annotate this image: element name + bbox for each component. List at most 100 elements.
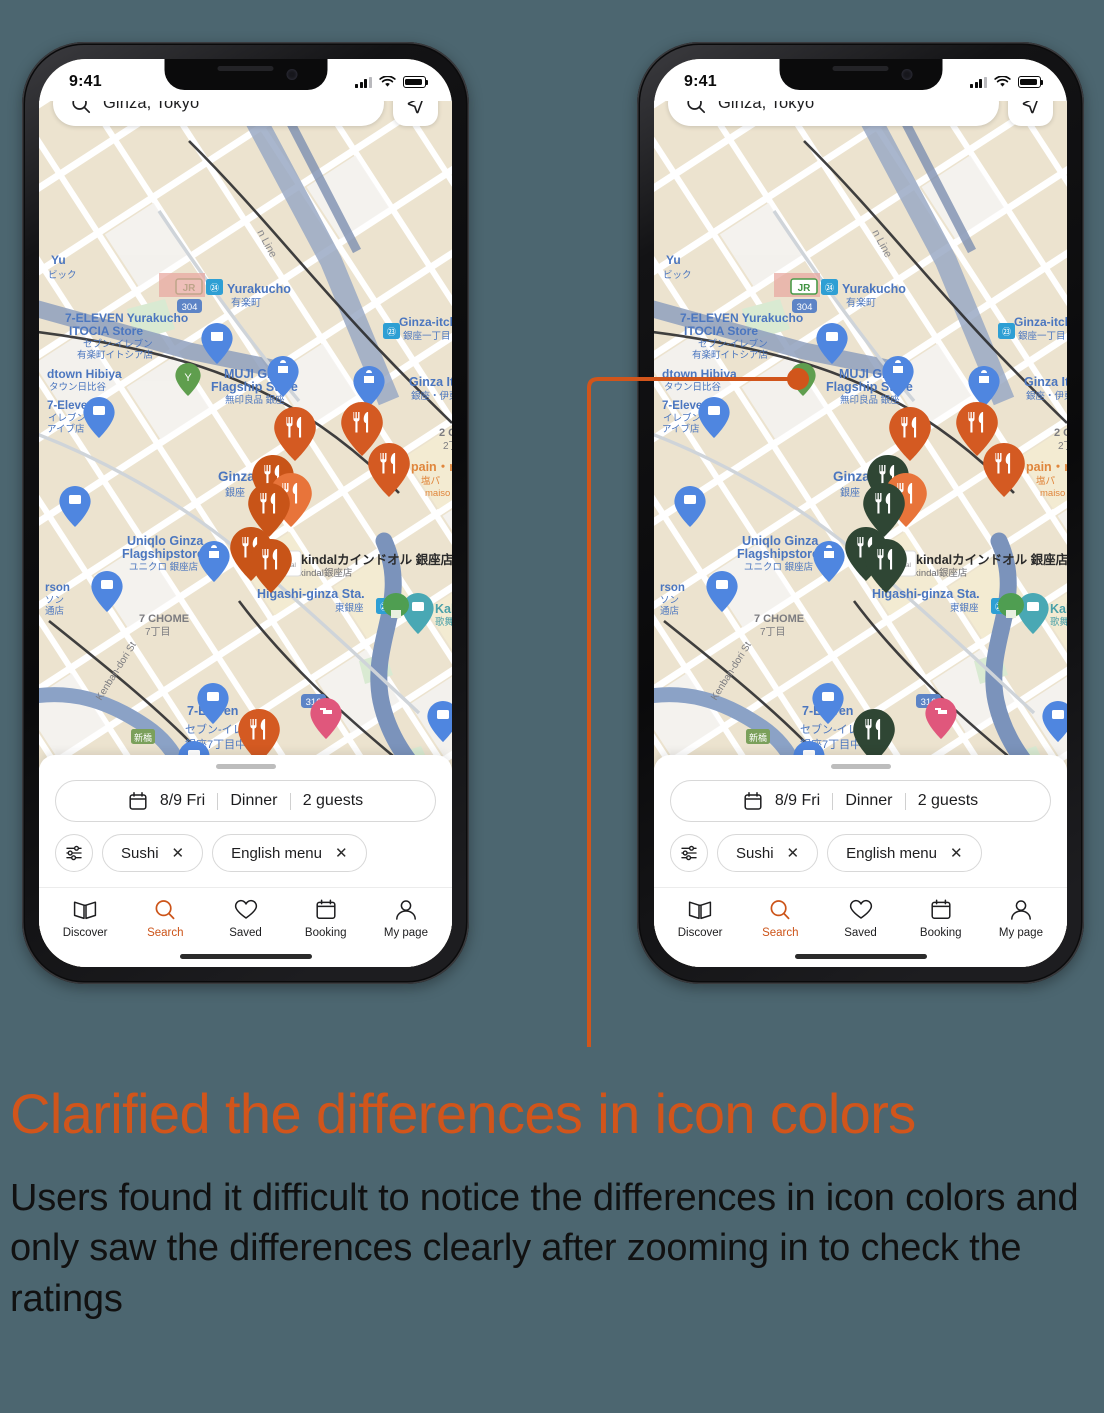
svg-text:maiso: maiso	[1040, 488, 1065, 499]
svg-text:Kabuk: Kabuk	[1050, 602, 1067, 616]
calendar-icon	[931, 899, 951, 919]
status-icons	[970, 76, 1044, 88]
chip-label: English menu	[846, 844, 937, 862]
svg-text:㉓: ㉓	[387, 327, 396, 337]
svg-text:新橋: 新橋	[134, 732, 152, 743]
svg-text:有楽町: 有楽町	[846, 296, 876, 309]
caption-title: Clarified the differences in icon colors	[10, 1082, 916, 1145]
tab-discover[interactable]: Discover	[660, 898, 740, 939]
svg-text:イレブン: イレブン	[663, 412, 701, 424]
svg-text:Kabuk: Kabuk	[435, 602, 452, 616]
calendar-icon	[316, 899, 336, 919]
svg-text:アイブ店: アイブ店	[662, 423, 700, 435]
caption-body: Users found it difficult to notice the d…	[10, 1176, 1079, 1320]
tab-search[interactable]: Search	[125, 898, 205, 939]
svg-text:㉔: ㉔	[825, 283, 834, 293]
tab-booking[interactable]: Booking	[286, 898, 366, 939]
heart-icon	[234, 899, 257, 919]
status-icons	[355, 76, 429, 88]
filter-chip-english-menu[interactable]: English menu ✕	[212, 834, 367, 872]
svg-text:kindal銀座店: kindal銀座店	[299, 567, 352, 579]
tab-label: Booking	[304, 927, 347, 939]
svg-text:イレブン: イレブン	[48, 412, 86, 424]
svg-text:銀座一丁目: 銀座一丁目	[1018, 330, 1066, 342]
tab-my-page[interactable]: My page	[981, 898, 1061, 939]
booking-guests: 2 guests	[302, 792, 364, 809]
svg-text:通店: 通店	[45, 605, 64, 617]
divider	[289, 792, 291, 810]
svg-text:ビック: ビック	[48, 270, 77, 281]
book-open-icon	[73, 901, 97, 920]
svg-text:Uniqlo Ginza: Uniqlo Ginza	[742, 534, 819, 548]
svg-text:ソン: ソン	[660, 595, 679, 606]
svg-text:歌舞伎座: 歌舞伎座	[1050, 616, 1067, 628]
svg-text:Y: Y	[184, 372, 192, 384]
filter-chip-sushi[interactable]: Sushi ✕	[102, 834, 204, 872]
phone-screen-after: 304 316 新橋 C1 JR	[654, 59, 1067, 967]
tab-discover[interactable]: Discover	[45, 898, 125, 939]
tab-label: Saved	[844, 927, 877, 939]
svg-text:タウン日比谷: タウン日比谷	[49, 381, 107, 393]
tab-saved[interactable]: Saved	[820, 898, 900, 939]
svg-text:7丁目: 7丁目	[760, 627, 786, 638]
device-notch	[164, 59, 327, 90]
svg-text:rson: rson	[660, 582, 685, 594]
svg-text:rson: rson	[45, 582, 70, 594]
svg-text:7-ELEVEN Yurakucho: 7-ELEVEN Yurakucho	[65, 311, 188, 325]
filter-chip-row: Sushi ✕ English menu ✕	[55, 834, 436, 872]
svg-text:東銀座: 東銀座	[950, 602, 979, 614]
chip-label: English menu	[231, 844, 322, 862]
tab-label: Discover	[62, 927, 108, 939]
front-camera-icon	[286, 69, 297, 80]
svg-text:アイブ店: アイブ店	[47, 423, 85, 435]
speaker-grille-icon	[217, 66, 274, 71]
tab-saved[interactable]: Saved	[205, 898, 285, 939]
tab-search[interactable]: Search	[740, 898, 820, 939]
filter-settings-button[interactable]	[55, 834, 93, 872]
search-icon	[155, 900, 175, 920]
chip-remove-icon[interactable]: ✕	[950, 846, 963, 861]
svg-text:ソン: ソン	[45, 595, 64, 606]
wifi-icon	[379, 76, 396, 87]
svg-text:塩パ: 塩パ	[421, 475, 441, 487]
divider	[217, 792, 219, 810]
chip-label: Sushi	[121, 844, 159, 862]
svg-text:pain・maiso: pain・maiso	[411, 460, 452, 474]
svg-text:7 CHOME: 7 CHOME	[754, 613, 804, 625]
filter-chip-english-menu[interactable]: English menu ✕	[827, 834, 982, 872]
booking-date: 8/9 Fri	[774, 792, 821, 809]
wifi-icon	[994, 76, 1011, 87]
svg-text:通店: 通店	[660, 605, 679, 617]
chip-remove-icon[interactable]: ✕	[335, 846, 348, 861]
cellular-signal-icon	[355, 76, 372, 88]
tab-booking[interactable]: Booking	[901, 898, 981, 939]
filter-settings-button[interactable]	[670, 834, 708, 872]
tab-my-page[interactable]: My page	[366, 898, 446, 939]
svg-text:2 CHOM: 2 CHOM	[1054, 427, 1067, 439]
svg-text:Ginza-itchome: Ginza-itchome	[399, 315, 452, 329]
filter-chip-sushi[interactable]: Sushi ✕	[717, 834, 819, 872]
date-time-guests-button[interactable]: 8/9 Fri Dinner 2 guests	[670, 780, 1051, 822]
svg-text:Uniqlo Ginza: Uniqlo Ginza	[127, 534, 204, 548]
chip-remove-icon[interactable]: ✕	[787, 846, 800, 861]
svg-text:Ginza: Ginza	[833, 469, 870, 484]
booking-date: 8/9 Fri	[159, 792, 206, 809]
svg-text:銀座・伊東屋: 銀座・伊東屋	[411, 390, 452, 402]
calendar-icon	[744, 792, 762, 810]
bottom-sheet-after: 8/9 Fri Dinner 2 guests Sushi ✕ English …	[654, 755, 1067, 967]
date-time-guests-button[interactable]: 8/9 Fri Dinner 2 guests	[55, 780, 436, 822]
sliders-filter-icon	[66, 845, 82, 861]
svg-text:塩パ: 塩パ	[1036, 475, 1056, 487]
battery-icon	[1018, 76, 1044, 88]
tab-label: Discover	[677, 927, 723, 939]
status-time: 9:41	[684, 73, 717, 90]
svg-text:kindalカインドオル 銀座店: kindalカインドオル 銀座店	[916, 552, 1067, 567]
chip-remove-icon[interactable]: ✕	[172, 846, 185, 861]
svg-text:ビック: ビック	[663, 270, 692, 281]
phone-mockup-before: 304 316 新橋 C1 JR	[22, 42, 469, 984]
tab-label: Saved	[229, 927, 262, 939]
svg-text:㉔: ㉔	[210, 283, 219, 293]
svg-text:JR: JR	[798, 283, 812, 294]
sheet-body: 8/9 Fri Dinner 2 guests Sushi ✕ English …	[39, 769, 452, 887]
book-open-icon	[688, 901, 712, 920]
